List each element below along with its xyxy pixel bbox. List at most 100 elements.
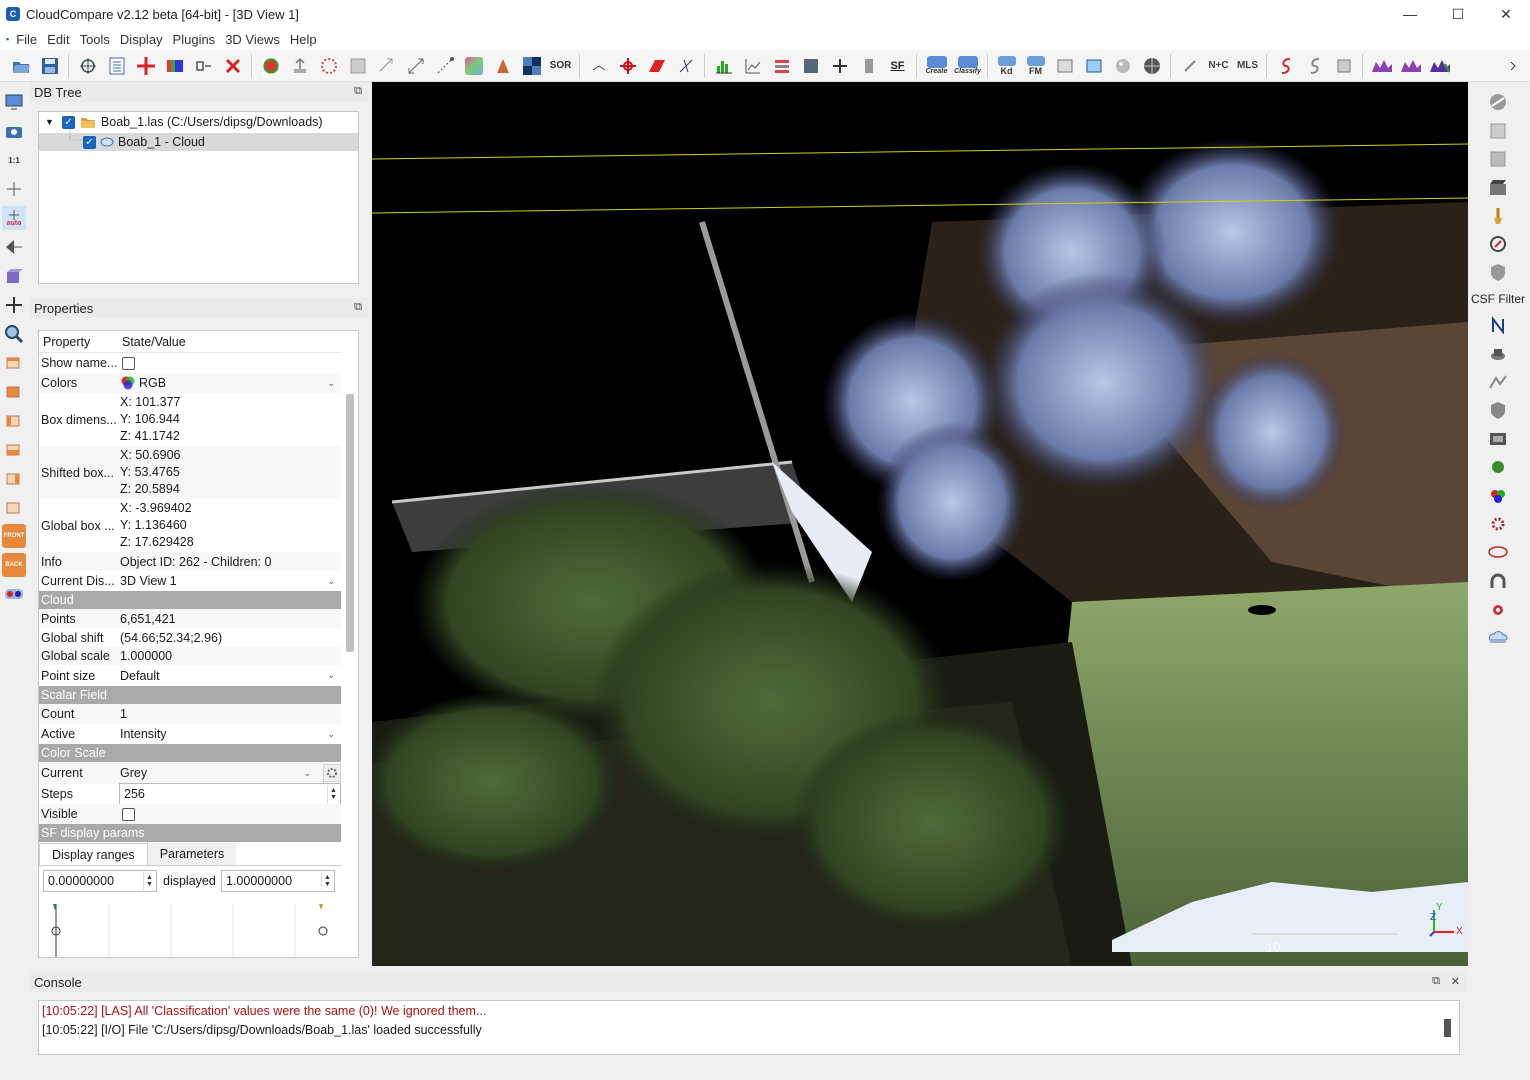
maximize-button[interactable]: ☐ [1434, 0, 1482, 28]
close-icon[interactable]: ✕ [1451, 975, 1460, 988]
arch-icon[interactable] [1486, 569, 1510, 593]
profile-icon[interactable] [1303, 54, 1327, 78]
merge-icon[interactable] [192, 54, 216, 78]
bug-icon[interactable] [1486, 597, 1510, 621]
shapes-icon[interactable] [491, 54, 515, 78]
back-view-icon[interactable] [2, 437, 26, 461]
iso-back-button[interactable]: BACK [2, 552, 26, 577]
toolbar-overflow-icon[interactable] [1502, 54, 1526, 78]
sample-points-icon[interactable] [259, 54, 283, 78]
colors-row[interactable]: Colors RGB ⌄ [39, 373, 341, 393]
gear-cog-icon[interactable] [1486, 512, 1510, 536]
csf-filter-button[interactable]: CSF Filter [1470, 289, 1526, 309]
m3c2-icon[interactable] [1486, 370, 1510, 394]
segment-icon[interactable] [134, 54, 158, 78]
surface-b-icon[interactable] [1399, 54, 1423, 78]
export-layer-icon[interactable] [1486, 147, 1510, 171]
sf-button[interactable]: SF [886, 54, 910, 78]
curve-s-icon[interactable] [1274, 54, 1298, 78]
pick-icon[interactable] [587, 54, 611, 78]
zoom-one-to-one-button[interactable]: 1:1 [2, 148, 26, 172]
move-icon[interactable] [2, 293, 26, 317]
float-panel-icon[interactable]: ⧉ [354, 301, 362, 314]
current-scale-row[interactable]: Current Grey ⌄ [39, 762, 341, 784]
bottom-view-icon[interactable] [2, 495, 26, 519]
top-view-icon[interactable] [2, 351, 26, 375]
collapse-arrow-icon[interactable]: ▼ [45, 117, 54, 127]
current-display-row[interactable]: Current Dis... 3D View 1 ⌄ [39, 571, 341, 591]
iso-front-button[interactable]: FRONT [2, 523, 26, 548]
canupo-classify-button[interactable]: Classify [954, 54, 981, 78]
float-panel-icon[interactable]: ⧉ [1432, 975, 1440, 988]
canupo-create-button[interactable]: Create [924, 54, 950, 78]
max-slider-handle[interactable] [319, 904, 323, 910]
compass-icon[interactable] [1486, 232, 1510, 256]
left-view-icon[interactable] [2, 408, 26, 432]
sf-gradient-icon[interactable] [799, 54, 823, 78]
align-icon[interactable] [404, 54, 428, 78]
sphere-icon[interactable] [1111, 54, 1135, 78]
surface-a-icon[interactable] [1370, 54, 1394, 78]
north-arrow-icon[interactable] [1486, 313, 1510, 337]
section-icon[interactable] [1332, 54, 1356, 78]
menu-display[interactable]: Display [115, 32, 168, 47]
distance-icon[interactable] [433, 54, 457, 78]
menu-help[interactable]: Help [285, 32, 322, 47]
list-icon[interactable] [105, 54, 129, 78]
rgb-balls-icon[interactable] [1486, 483, 1510, 507]
3d-view[interactable]: 10 Y X Z [372, 82, 1468, 966]
link-icon[interactable] [1178, 54, 1202, 78]
delete-icon[interactable] [221, 54, 245, 78]
tab-display-ranges[interactable]: Display ranges [39, 843, 148, 865]
range-min-spinbox[interactable]: 0.00000000 ▲ ▼ [43, 870, 157, 892]
magnifier-icon[interactable] [2, 322, 26, 346]
csv-icon[interactable] [1082, 54, 1106, 78]
n-plus-c-button[interactable]: N+C [1207, 54, 1231, 78]
visible-checkbox[interactable] [122, 807, 135, 821]
mls-button[interactable]: MLS [1236, 54, 1260, 78]
globe-icon[interactable] [1140, 54, 1164, 78]
subsample-icon[interactable] [317, 54, 341, 78]
system-menu-icon[interactable]: ▪ [4, 34, 11, 44]
octree-icon[interactable] [346, 54, 370, 78]
range-max-spinbox[interactable]: 1.00000000 ▲ ▼ [221, 870, 335, 892]
perspective-icon[interactable] [2, 235, 26, 259]
histogram-icon[interactable] [712, 54, 736, 78]
saturation-max-handle[interactable] [318, 926, 328, 936]
right-view-icon[interactable] [2, 466, 26, 490]
clapper-icon[interactable] [1486, 175, 1510, 199]
cube-view-icon[interactable] [2, 264, 26, 288]
properties-scrollbar[interactable] [346, 394, 354, 652]
hat-icon[interactable] [1486, 342, 1510, 366]
add-sf-icon[interactable] [828, 54, 852, 78]
visibility-checkbox[interactable]: ✓ [61, 115, 75, 129]
cloud-layers-icon[interactable] [1486, 625, 1510, 649]
save-icon[interactable] [38, 54, 62, 78]
float-panel-icon[interactable]: ⧉ [354, 85, 362, 98]
menu-plugins[interactable]: Plugins [168, 32, 221, 47]
sor-filter-button[interactable]: SOR [549, 54, 573, 78]
surface-c-icon[interactable] [1428, 54, 1452, 78]
kd-tree-button[interactable]: Kd [995, 54, 1019, 78]
shield-icon[interactable] [1486, 398, 1510, 422]
sf-arithmetic-icon[interactable] [770, 54, 794, 78]
spin-arrows-icon[interactable]: ▲ ▼ [327, 785, 339, 803]
steps-spinbox[interactable]: 256 ▲ ▼ [119, 783, 341, 805]
disable-icon[interactable] [1486, 90, 1510, 114]
plane-icon[interactable] [645, 54, 669, 78]
facet-fm-button[interactable]: FM [1024, 54, 1048, 78]
spin-arrows-icon[interactable]: ▲ ▼ [143, 872, 155, 890]
stereo-icon[interactable] [2, 582, 26, 606]
close-window-button[interactable]: ✕ [1482, 0, 1530, 28]
statistics-icon[interactable] [741, 54, 765, 78]
menu-3d-views[interactable]: 3D Views [220, 32, 285, 47]
gear-icon[interactable] [323, 764, 341, 782]
translate-rotate-icon[interactable] [76, 54, 100, 78]
csf-shield-icon[interactable] [1486, 260, 1510, 284]
console-scrollbar[interactable] [1444, 1019, 1451, 1037]
minimize-button[interactable]: — [1386, 0, 1434, 28]
crosshair-icon[interactable] [616, 54, 640, 78]
sf-list-icon[interactable] [857, 54, 881, 78]
auto-pivot-button[interactable]: auto [2, 206, 26, 230]
ellipse-icon[interactable] [1486, 540, 1510, 564]
